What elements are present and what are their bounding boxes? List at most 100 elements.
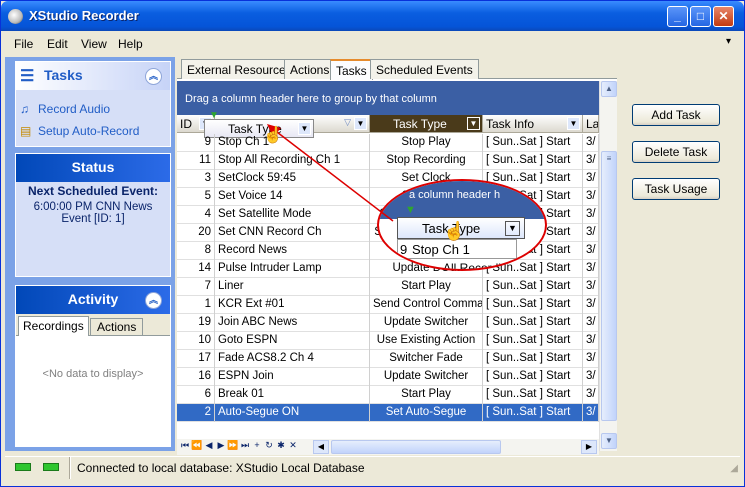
menu-help[interactable]: Help	[118, 37, 143, 51]
task-info-dropdown-icon[interactable]: ▼	[567, 117, 580, 130]
table-cell[interactable]: 3/	[583, 188, 599, 206]
table-cell[interactable]: 3/	[583, 206, 599, 224]
vertical-scrollbar[interactable]: ▲ ≡ ▼	[599, 81, 617, 451]
table-cell[interactable]: 8	[177, 242, 215, 260]
table-cell[interactable]: Update Switcher	[370, 314, 483, 332]
table-cell[interactable]: [ Sun..Sat ] Start	[483, 152, 583, 170]
hscroll-left-icon[interactable]: ◀	[313, 440, 329, 454]
table-cell[interactable]: 4	[177, 206, 215, 224]
table-cell[interactable]: [ Sun..Sat ] Start	[483, 350, 583, 368]
maximize-button[interactable]: □	[690, 6, 711, 27]
nav-insert-icon[interactable]: +	[251, 440, 263, 454]
table-cell[interactable]: 9	[177, 134, 215, 152]
group-by-panel[interactable]: Drag a column header here to group by th…	[177, 81, 599, 115]
scroll-thumb[interactable]: ≡	[601, 151, 617, 421]
table-cell[interactable]: [ Sun..Sat ] Start	[483, 134, 583, 152]
nav-prev-page-icon[interactable]: ⏪	[191, 440, 203, 454]
menu-file[interactable]: File	[14, 37, 33, 51]
nav-last-icon[interactable]: ⏭	[239, 440, 251, 454]
table-row[interactable]: 16 ESPN Join Update Switcher[ Sun..Sat ] S…	[177, 368, 599, 386]
table-cell[interactable]: Use Existing Action	[370, 332, 483, 350]
scroll-up-icon[interactable]: ▲	[601, 81, 617, 97]
table-cell[interactable]: 20	[177, 224, 215, 242]
hscroll-thumb[interactable]	[331, 440, 501, 454]
tasks-header[interactable]: ☰ Tasks ︽	[16, 62, 170, 90]
menu-view[interactable]: View	[81, 37, 107, 51]
table-cell[interactable]: 3/	[583, 278, 599, 296]
collapse-chevron-icon[interactable]: ︽	[145, 68, 162, 85]
table-cell[interactable]: Start Play	[370, 278, 483, 296]
table-cell[interactable]: 3/	[583, 242, 599, 260]
table-cell[interactable]: Break 01	[215, 386, 370, 404]
nav-next-icon[interactable]: ▶	[215, 440, 227, 454]
table-cell[interactable]: 3/	[583, 332, 599, 350]
resize-grip-icon[interactable]: ◢	[730, 463, 738, 474]
table-cell[interactable]: 3/	[583, 296, 599, 314]
table-cell[interactable]: 7	[177, 278, 215, 296]
table-cell[interactable]: Update Switcher	[370, 368, 483, 386]
nav-prev-icon[interactable]: ◀	[203, 440, 215, 454]
table-cell[interactable]: ESPN Join	[215, 368, 370, 386]
table-cell[interactable]: Join ABC News	[215, 314, 370, 332]
table-cell[interactable]: 3/	[583, 314, 599, 332]
table-cell[interactable]: 17	[177, 350, 215, 368]
toolbar-overflow-icon[interactable]: ▾	[726, 36, 731, 47]
table-cell[interactable]: Record News	[215, 242, 370, 260]
task-type-dropdown-icon[interactable]: ▼	[467, 117, 480, 130]
table-cell[interactable]: [ Sun..Sat ] Start	[483, 332, 583, 350]
title-bar[interactable]: XStudio Recorder _ □ ✕	[1, 1, 744, 31]
table-cell[interactable]: 3	[177, 170, 215, 188]
tab-scheduled-events[interactable]: Scheduled Events	[370, 59, 479, 79]
table-cell[interactable]: 3/	[583, 260, 599, 278]
table-cell[interactable]: Fade ACS8.2 Ch 4	[215, 350, 370, 368]
table-cell[interactable]: 2	[177, 404, 215, 422]
table-cell[interactable]: Start Play	[370, 386, 483, 404]
table-row[interactable]: 14 Pulse Intruder Lamp Update DOut[ Sun..S…	[177, 260, 599, 278]
table-row[interactable]: 2 Auto-Segue ON Set Auto-Segue[ Sun..Sat ]…	[177, 404, 599, 422]
table-cell[interactable]: 10	[177, 332, 215, 350]
nav-refresh-icon[interactable]: ↻	[263, 440, 275, 454]
table-cell[interactable]: Send Control Command	[370, 296, 483, 314]
activity-collapse-icon[interactable]: ︽	[145, 292, 162, 309]
close-button[interactable]: ✕	[713, 6, 734, 27]
table-cell[interactable]: 3/	[583, 152, 599, 170]
hscroll-right-icon[interactable]: ▶	[581, 440, 597, 454]
tab-tasks[interactable]: Tasks	[330, 59, 373, 80]
nav-next-page-icon[interactable]: ⏩	[227, 440, 239, 454]
table-cell[interactable]: Auto-Segue ON	[215, 404, 370, 422]
table-row[interactable]: 6 Break 01 Start Play[ Sun..Sat ] Start 3/	[177, 386, 599, 404]
table-cell[interactable]: Switcher Fade	[370, 350, 483, 368]
minimize-button[interactable]: _	[667, 6, 688, 27]
table-cell[interactable]: 19	[177, 314, 215, 332]
table-cell[interactable]: [ Sun..Sat ] Start	[483, 386, 583, 404]
column-header-task-info[interactable]: Task Info ▼	[483, 115, 583, 133]
table-cell[interactable]: Goto ESPN	[215, 332, 370, 350]
table-cell[interactable]: 3/	[583, 386, 599, 404]
table-cell[interactable]: 6	[177, 386, 215, 404]
record-audio-link[interactable]: Record Audio	[38, 102, 110, 116]
table-cell[interactable]: 3/	[583, 224, 599, 242]
table-row[interactable]: 1KCR Ext #01Send Control Command[ Sun..S…	[177, 296, 599, 314]
table-cell[interactable]: 5	[177, 188, 215, 206]
table-row[interactable]: 7 Liner Start Play[ Sun..Sat ] Start 3/	[177, 278, 599, 296]
nav-filter-icon[interactable]: ✱	[275, 440, 287, 454]
nav-cancel-icon[interactable]: ✕	[287, 440, 299, 454]
table-cell[interactable]: Pulse Intruder Lamp	[215, 260, 370, 278]
activity-header[interactable]: Activity ︽	[16, 286, 170, 314]
table-cell[interactable]: 3/	[583, 134, 599, 152]
table-cell[interactable]: 3/	[583, 350, 599, 368]
table-cell[interactable]: KCR Ext #01	[215, 296, 370, 314]
table-cell[interactable]: [ Sun..Sat ] Start	[483, 278, 583, 296]
table-cell[interactable]: [ Sun..Sat ] Start	[483, 314, 583, 332]
setup-auto-record-link[interactable]: Setup Auto-Record	[38, 124, 139, 138]
table-cell[interactable]: 14	[177, 260, 215, 278]
table-cell[interactable]: 16	[177, 368, 215, 386]
tab-actions[interactable]: Actions	[284, 59, 336, 79]
delete-task-button[interactable]: Delete Task	[632, 141, 720, 163]
table-cell[interactable]: Liner	[215, 278, 370, 296]
table-cell[interactable]: 11	[177, 152, 215, 170]
table-cell[interactable]: [ Sun..Sat ] Start	[483, 368, 583, 386]
scroll-down-icon[interactable]: ▼	[601, 433, 617, 449]
table-cell[interactable]: 3/	[583, 368, 599, 386]
task-usage-button[interactable]: Task Usage	[632, 178, 720, 200]
